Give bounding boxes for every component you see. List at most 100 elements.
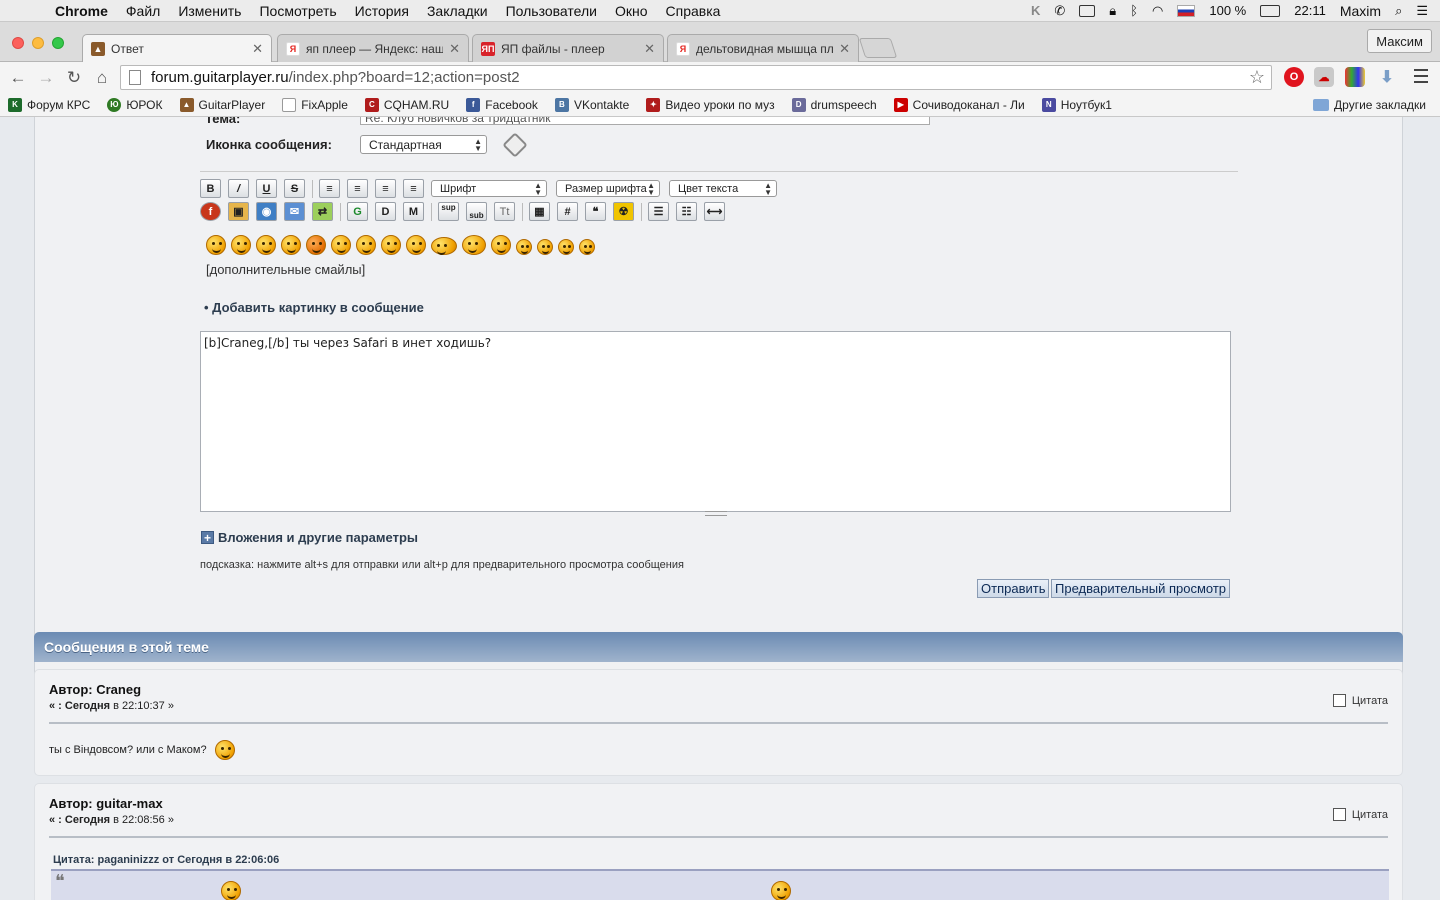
add-image-link[interactable]: • Добавить картинку в сообщение (204, 300, 424, 315)
link-button[interactable]: ◉ (256, 202, 277, 221)
smiley-icon[interactable] (231, 235, 251, 255)
menu-help[interactable]: Справка (657, 3, 730, 19)
smiley-icon[interactable] (579, 239, 595, 255)
menu-file[interactable]: Файл (117, 3, 169, 19)
bookmark-item[interactable]: ▲ GuitarPlayer (179, 97, 265, 112)
cloud-extension-icon[interactable]: ☁ (1314, 67, 1334, 87)
bookmark-item[interactable]: Ю ЮРОК (107, 97, 163, 112)
other-bookmarks[interactable]: Другие закладки (1313, 98, 1426, 112)
close-tab-icon[interactable]: ✕ (449, 41, 460, 57)
quote-reply-button[interactable]: Цитата (1332, 808, 1388, 821)
profile-button[interactable]: Максим (1367, 29, 1432, 53)
download-extension-icon[interactable]: ⬇ (1377, 67, 1397, 87)
back-icon[interactable]: ← (4, 68, 32, 88)
new-tab-button[interactable] (858, 38, 898, 58)
bookmark-star-icon[interactable]: ☆ (1249, 67, 1265, 88)
ftp-button[interactable]: ⇄ (312, 202, 333, 221)
menu-app[interactable]: Chrome (46, 3, 117, 19)
wifi-icon[interactable]: ◠ (1152, 3, 1163, 19)
align-center-button[interactable]: ≡ (375, 179, 396, 198)
colorful-extension-icon[interactable] (1345, 67, 1365, 87)
keyboard-icon[interactable] (1079, 4, 1096, 17)
kaspersky-icon[interactable]: K (1031, 3, 1040, 18)
tab-yandex-deltoid[interactable]: Я дельтовидная мышца пле ✕ (667, 34, 859, 62)
menu-view[interactable]: Посмотреть (250, 3, 345, 19)
minimize-window-icon[interactable] (32, 37, 44, 49)
zoom-window-icon[interactable] (52, 37, 64, 49)
smiley-icon[interactable] (558, 239, 574, 255)
bookmark-item[interactable]: C CQHAM.RU (364, 97, 449, 112)
underline-button[interactable]: U (256, 179, 277, 198)
lock-icon[interactable]: 🔒︎ (1109, 3, 1116, 19)
battery-icon[interactable] (1260, 4, 1281, 17)
bookmark-item[interactable]: B VKontakte (554, 97, 629, 112)
bookmark-item[interactable]: N Ноутбук1 (1041, 97, 1112, 112)
clock[interactable]: 22:11 (1294, 3, 1326, 18)
bookmark-item[interactable]: f Facebook (466, 97, 538, 112)
menu-users[interactable]: Пользователи (497, 3, 606, 19)
smiley-icon[interactable] (256, 235, 276, 255)
spotlight-icon[interactable]: ⌕ (1395, 3, 1402, 19)
home-icon[interactable]: ⌂ (88, 68, 116, 88)
smiley-icon[interactable] (537, 239, 553, 255)
close-tab-icon[interactable]: ✕ (252, 41, 263, 57)
bookmark-item[interactable]: Ddrumspeech (791, 97, 877, 112)
forward-icon[interactable]: → (32, 68, 60, 88)
bookmark-item[interactable]: ▶ Сочиводоканал - Ли (893, 97, 1025, 112)
strikethrough-button[interactable]: S (284, 179, 305, 198)
close-tab-icon[interactable]: ✕ (839, 41, 850, 57)
battery-percent[interactable]: 100 % (1209, 3, 1246, 18)
submit-button[interactable]: Отправить (977, 579, 1050, 598)
bullet-list-button[interactable]: ☰ (648, 202, 669, 221)
bookmark-item[interactable]: K Форум КРС (8, 97, 90, 112)
bookmark-item[interactable]: FixApple (282, 97, 348, 112)
flash-button[interactable]: f (200, 202, 221, 221)
spoiler-button[interactable]: ☢ (613, 202, 634, 221)
subject-input[interactable]: Re: Клуб новичков за тридцатник (360, 117, 930, 125)
align-left-button[interactable]: ≡ (319, 179, 340, 198)
superscript-button[interactable]: sup (438, 202, 459, 221)
smiley-icon[interactable] (491, 235, 511, 255)
chrome-menu-icon[interactable] (1414, 69, 1428, 83)
message-icon-select[interactable]: Стандартная ▲ ▼ (360, 135, 487, 154)
more-smileys-link[interactable]: [дополнительные смайлы] (206, 262, 365, 277)
font-size-select[interactable]: Размер шрифта ▲ ▼ (556, 180, 660, 197)
code-button[interactable]: # (557, 202, 578, 221)
mp3-button[interactable]: M (403, 202, 424, 221)
input-source-flag-icon[interactable] (1177, 4, 1196, 17)
teletype-button[interactable]: Tt (494, 202, 515, 221)
smiley-icon[interactable] (516, 239, 532, 255)
dictionary-button[interactable]: D (375, 202, 396, 221)
address-bar[interactable]: forum.guitarplayer.ru /index.php?board=1… (120, 65, 1272, 90)
smiley-icon[interactable] (356, 235, 376, 255)
message-textarea[interactable]: [b]Craneg,[/b] ты через Safari в инет хо… (200, 331, 1231, 512)
quote-reply-button[interactable]: Цитата (1332, 694, 1388, 707)
user-name[interactable]: Maxim (1340, 3, 1381, 19)
bold-button[interactable]: B (200, 179, 221, 198)
notification-center-icon[interactable]: ☰ (1416, 3, 1428, 19)
smiley-icon[interactable] (206, 235, 226, 255)
smiley-icon[interactable] (281, 235, 301, 255)
menu-history[interactable]: История (346, 3, 418, 19)
smiley-icon[interactable] (331, 235, 351, 255)
bookmark-item[interactable]: ✦ Видео уроки по муз (646, 97, 775, 112)
email-button[interactable]: ✉ (284, 202, 305, 221)
italic-button[interactable]: / (228, 179, 249, 198)
tab-yandex-search[interactable]: Я яп плеер — Яндекс: нашл ✕ (277, 34, 469, 62)
smiley-icon[interactable] (406, 235, 426, 255)
close-tab-icon[interactable]: ✕ (644, 41, 655, 57)
close-window-icon[interactable] (12, 37, 24, 49)
smiley-icon[interactable] (431, 237, 457, 255)
table-button[interactable]: ▦ (529, 202, 550, 221)
font-select[interactable]: Шрифт ▲ ▼ (431, 180, 547, 197)
align-right-button[interactable]: ≡ (347, 179, 368, 198)
tab-reply[interactable]: ▲ Ответ ✕ (82, 34, 272, 62)
numbered-list-button[interactable]: ☷ (676, 202, 697, 221)
bluetooth-icon[interactable]: ᛒ (1130, 3, 1138, 18)
quote-button[interactable]: ❝ (585, 202, 606, 221)
smiley-icon[interactable] (381, 235, 401, 255)
attachments-toggle[interactable]: + Вложения и другие параметры (201, 530, 418, 545)
menu-window[interactable]: Окно (606, 3, 657, 19)
reload-icon[interactable]: ↻ (60, 68, 88, 88)
phone-icon[interactable]: ✆ (1054, 3, 1065, 19)
